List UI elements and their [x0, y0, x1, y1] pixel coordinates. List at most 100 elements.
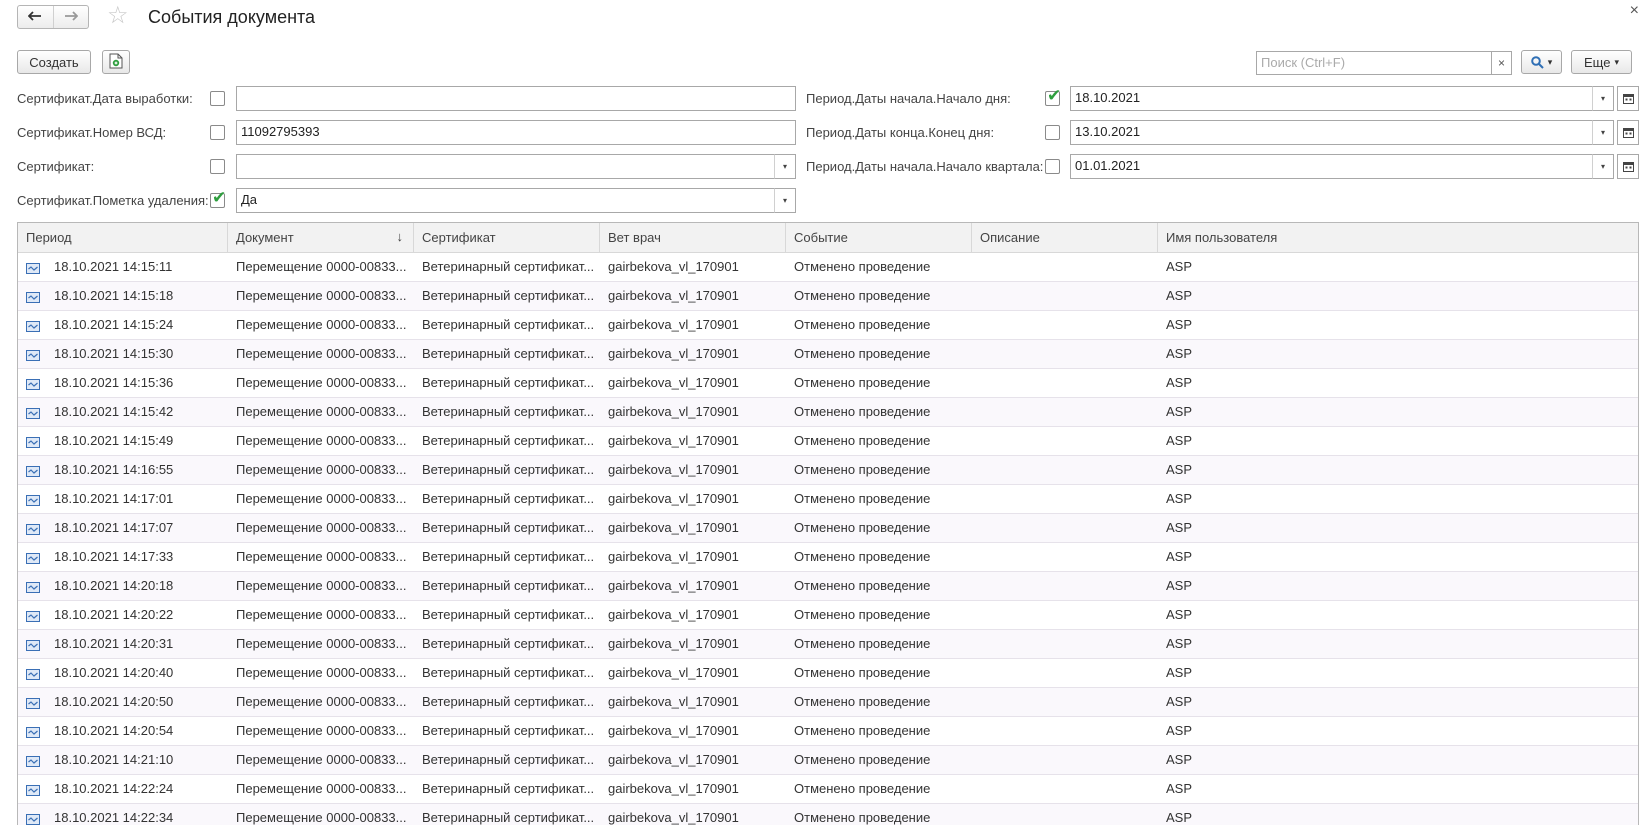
deletion-mark-field[interactable]: Да	[236, 188, 775, 213]
cell-certificate: Ветеринарный сертификат...	[422, 549, 595, 564]
filter-checkbox-certificate[interactable]	[210, 159, 225, 174]
period-quarter-start-calendar-button[interactable]	[1617, 154, 1639, 179]
close-icon[interactable]: ×	[1630, 2, 1639, 20]
column-header-description[interactable]: Описание	[972, 223, 1158, 253]
table-row[interactable]: 18.10.2021 14:17:01 Перемещение 0000-0083…	[18, 485, 1638, 514]
table-row[interactable]: 18.10.2021 14:17:33 Перемещение 0000-0083…	[18, 543, 1638, 572]
cell-description	[972, 514, 1158, 542]
search-input[interactable]: Поиск (Ctrl+F)	[1256, 51, 1492, 75]
period-quarter-start-field[interactable]: 01.01.2021	[1070, 154, 1593, 179]
table-row[interactable]: 18.10.2021 14:20:40 Перемещение 0000-0083…	[18, 659, 1638, 688]
cell-event: Отменено проведение	[794, 317, 931, 332]
period-day-end-dropdown[interactable]: ▾	[1592, 120, 1614, 145]
cell-period: 18.10.2021 14:15:11	[54, 259, 173, 274]
filter-label-vsd-number: Сертификат.Номер ВСД:	[17, 125, 167, 140]
column-header-event[interactable]: Событие	[786, 223, 972, 253]
table-row[interactable]: 18.10.2021 14:15:49 Перемещение 0000-0083…	[18, 427, 1638, 456]
deletion-mark-dropdown-button[interactable]: ▾	[774, 188, 796, 213]
column-header-document[interactable]: Документ ↓	[228, 223, 414, 253]
column-header-certificate[interactable]: Сертификат	[414, 223, 600, 253]
period-quarter-start-dropdown[interactable]: ▾	[1592, 154, 1614, 179]
cell-description	[972, 804, 1158, 825]
more-button-label: Еще	[1584, 54, 1611, 70]
more-button[interactable]: Еще ▾	[1571, 50, 1632, 74]
table-row[interactable]: 18.10.2021 14:15:11 Перемещение 0000-0083…	[18, 253, 1638, 282]
cell-document: Перемещение 0000-00833...	[236, 375, 407, 390]
cell-period: 18.10.2021 14:17:01	[54, 491, 174, 506]
filter-checkbox-period-day-end[interactable]	[1045, 125, 1060, 140]
cell-event: Отменено проведение	[794, 752, 931, 767]
filter-checkbox-period-quarter-start[interactable]	[1045, 159, 1060, 174]
production-date-field[interactable]	[236, 86, 796, 111]
create-button[interactable]: Создать	[17, 50, 91, 74]
star-icon[interactable]: ☆	[107, 4, 129, 28]
cell-certificate: Ветеринарный сертификат...	[422, 462, 595, 477]
cell-document: Перемещение 0000-00833...	[236, 259, 407, 274]
cell-event: Отменено проведение	[794, 578, 931, 593]
period-day-start-calendar-button[interactable]	[1617, 86, 1639, 111]
table-row[interactable]: 18.10.2021 14:15:30 Перемещение 0000-0083…	[18, 340, 1638, 369]
cell-user: ASP	[1166, 723, 1193, 738]
table-row[interactable]: 18.10.2021 14:15:42 Перемещение 0000-0083…	[18, 398, 1638, 427]
table-row[interactable]: 18.10.2021 14:22:34 Перемещение 0000-0083…	[18, 804, 1638, 825]
period-day-start-field[interactable]: 18.10.2021	[1070, 86, 1593, 111]
table-row[interactable]: 18.10.2021 14:20:18 Перемещение 0000-0083…	[18, 572, 1638, 601]
cell-vet: gairbekova_vl_170901	[608, 404, 739, 419]
chevron-down-icon: ▾	[1600, 128, 1605, 137]
filter-checkbox-deletion-mark[interactable]: ✔	[210, 189, 226, 208]
forward-button[interactable]	[52, 6, 88, 28]
table-row[interactable]: 18.10.2021 14:20:22 Перемещение 0000-0083…	[18, 601, 1638, 630]
period-day-end-field[interactable]: 13.10.2021	[1070, 120, 1593, 145]
column-header-period[interactable]: Период	[18, 223, 228, 253]
cell-period: 18.10.2021 14:20:31	[54, 636, 174, 651]
title-bar: ☆ События документа ×	[0, 0, 1643, 38]
sort-descending-icon: ↓	[396, 229, 404, 244]
certificate-field[interactable]	[236, 154, 775, 179]
chevron-down-icon: ▾	[1600, 162, 1605, 171]
table-row[interactable]: 18.10.2021 14:17:07 Перемещение 0000-0083…	[18, 514, 1638, 543]
cell-description	[972, 485, 1158, 513]
cell-user: ASP	[1166, 346, 1193, 361]
cell-period: 18.10.2021 14:22:24	[54, 781, 174, 796]
column-header-vet[interactable]: Вет врач	[600, 223, 786, 253]
table-row[interactable]: 18.10.2021 14:20:50 Перемещение 0000-0083…	[18, 688, 1638, 717]
cell-vet: gairbekova_vl_170901	[608, 694, 739, 709]
back-button[interactable]	[18, 6, 53, 28]
cell-vet: gairbekova_vl_170901	[608, 781, 739, 796]
cell-event: Отменено проведение	[794, 810, 931, 825]
table-row[interactable]: 18.10.2021 14:15:36 Перемещение 0000-0083…	[18, 369, 1638, 398]
cell-period: 18.10.2021 14:15:36	[54, 375, 174, 390]
cell-description	[972, 282, 1158, 310]
table-row[interactable]: 18.10.2021 14:20:54 Перемещение 0000-0083…	[18, 717, 1638, 746]
table-row[interactable]: 18.10.2021 14:15:18 Перемещение 0000-0083…	[18, 282, 1638, 311]
table-row[interactable]: 18.10.2021 14:22:24 Перемещение 0000-0083…	[18, 775, 1638, 804]
events-table[interactable]: Период Документ ↓ Сертификат Вет врач Со…	[17, 222, 1639, 825]
filter-checkbox-production-date[interactable]	[210, 91, 225, 106]
checkmark-icon: ✔	[212, 188, 227, 207]
cell-vet: gairbekova_vl_170901	[608, 346, 739, 361]
table-row[interactable]: 18.10.2021 14:20:31 Перемещение 0000-0083…	[18, 630, 1638, 659]
certificate-dropdown-button[interactable]: ▾	[774, 154, 796, 179]
export-button[interactable]	[102, 50, 130, 74]
cell-user: ASP	[1166, 549, 1193, 564]
filter-label-period-day-start: Период.Даты начала.Начало дня:	[806, 91, 1011, 106]
cell-description	[972, 253, 1158, 281]
cell-period: 18.10.2021 14:20:18	[54, 578, 174, 593]
cell-description	[972, 659, 1158, 687]
period-day-end-calendar-button[interactable]	[1617, 120, 1639, 145]
column-header-user[interactable]: Имя пользователя	[1158, 223, 1638, 253]
search-clear-button[interactable]: ×	[1491, 51, 1512, 75]
period-day-start-dropdown[interactable]: ▾	[1592, 86, 1614, 111]
table-row[interactable]: 18.10.2021 14:21:10 Перемещение 0000-0083…	[18, 746, 1638, 775]
search-button[interactable]: ▾	[1521, 50, 1562, 74]
filter-checkbox-period-day-start[interactable]: ✔	[1045, 87, 1061, 106]
cell-user: ASP	[1166, 491, 1193, 506]
vsd-number-field[interactable]: 11092795393	[236, 120, 796, 145]
table-row[interactable]: 18.10.2021 14:15:24 Перемещение 0000-0083…	[18, 311, 1638, 340]
cell-document: Перемещение 0000-00833...	[236, 665, 407, 680]
cell-user: ASP	[1166, 607, 1193, 622]
filter-checkbox-vsd-number[interactable]	[210, 125, 225, 140]
table-row[interactable]: 18.10.2021 14:16:55 Перемещение 0000-0083…	[18, 456, 1638, 485]
cell-description	[972, 340, 1158, 368]
cell-vet: gairbekova_vl_170901	[608, 810, 739, 825]
